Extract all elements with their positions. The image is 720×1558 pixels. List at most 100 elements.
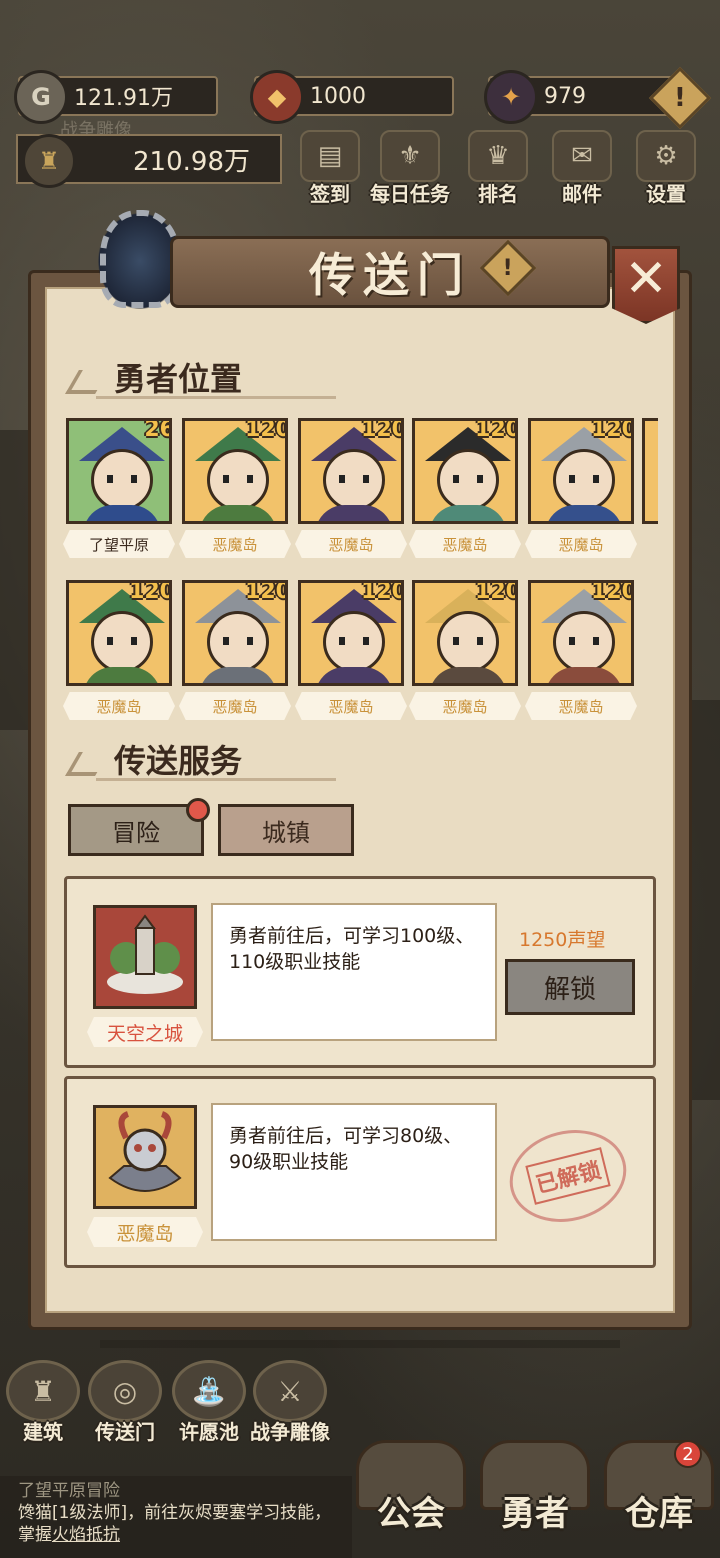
menu-mail-label: 邮件	[562, 182, 602, 206]
menu-checkin[interactable]: ▤ 签到	[300, 130, 360, 207]
hero-card[interactable]: 120 恶魔岛	[63, 580, 175, 720]
hero-portrait: 120	[298, 418, 404, 524]
hero-eyes-icon	[223, 637, 253, 645]
hero-eyes-icon	[107, 637, 137, 645]
hero-level: 120	[475, 580, 518, 604]
hero-card[interactable]: 120 恶魔岛	[179, 580, 291, 720]
statue-icon: ⚔	[253, 1360, 327, 1422]
hero-body-icon	[545, 667, 623, 683]
hero-body-icon	[429, 667, 507, 683]
hero-eyes-icon	[339, 637, 369, 645]
demon-island-image	[93, 1105, 197, 1209]
log-title: 了望平原冒险	[18, 1481, 120, 1501]
sky-city-image	[93, 905, 197, 1009]
service-card-demon-island: 恶魔岛 勇者前往后，可学习80级、90级职业技能 已解锁	[64, 1076, 656, 1268]
hero-portrait: 120	[182, 580, 288, 686]
sky-city-name: 天空之城	[87, 1017, 203, 1047]
hero-portrait: 120	[412, 418, 518, 524]
section-divider	[96, 396, 336, 399]
hero-location: 了望平原	[63, 530, 175, 558]
gold-bar: G 121.91万	[14, 70, 218, 124]
hero-level: 120	[475, 418, 518, 442]
hero-card[interactable]: 120 恶魔岛	[409, 580, 521, 720]
hero-body-icon	[545, 505, 623, 521]
unlocked-stamp: 已解锁	[499, 1118, 637, 1234]
hero-card[interactable]: 120 恶魔岛	[525, 580, 637, 720]
dock-wishing-well-label: 许愿池	[179, 1420, 239, 1444]
event-log[interactable]: 了望平原冒险 馋猫[1级法师]，前往灰烬要塞学习技能，掌握火焰抵抗	[0, 1476, 352, 1558]
hero-portrait: 120	[412, 580, 518, 686]
hero-card[interactable]: 120 恶魔岛	[179, 418, 291, 558]
close-button[interactable]: ✕	[612, 246, 680, 324]
menu-daily-tasks[interactable]: ⚜ 每日任务	[370, 130, 450, 207]
hero-body-icon	[315, 667, 393, 683]
nav-heroes-label: 勇者	[501, 1494, 569, 1534]
sky-city-description: 勇者前往后，可学习100级、110级职业技能	[211, 903, 497, 1041]
fountain-icon: ⛲	[172, 1360, 246, 1422]
menu-checkin-label: 签到	[310, 182, 350, 206]
portal-icon: ◎	[88, 1360, 162, 1422]
hero-level: 120	[591, 418, 634, 442]
hero-body-icon	[315, 505, 393, 521]
hero-body-icon	[429, 505, 507, 521]
hero-card[interactable]: 120 恶魔岛	[525, 418, 637, 558]
menu-daily-tasks-label: 每日任务	[370, 182, 450, 206]
section-divider	[96, 778, 336, 781]
hero-portrait: 120	[66, 580, 172, 686]
hero-card[interactable]: 120 恶魔岛	[295, 418, 407, 558]
tab-town-label: 城镇	[262, 818, 310, 847]
menu-settings-label: 设置	[646, 182, 686, 206]
hero-level: 120	[245, 580, 288, 604]
hero-location: 恶魔岛	[295, 692, 407, 720]
menu-mail[interactable]: ✉ 邮件	[552, 130, 612, 207]
nav-guild[interactable]: 公会	[356, 1440, 466, 1535]
hero-level: 120	[361, 580, 404, 604]
menu-ranking[interactable]: ♛ 排名	[468, 130, 528, 207]
hero-eyes-icon	[453, 637, 483, 645]
hero-eyes-icon	[569, 475, 599, 483]
hero-location-heading: 勇者位置	[62, 354, 242, 400]
nav-guild-label: 公会	[377, 1494, 445, 1534]
hero-card-overflow	[642, 418, 658, 524]
dock-wishing-well[interactable]: ⛲ 许愿池	[172, 1360, 246, 1445]
unlock-button[interactable]: 解锁	[505, 959, 635, 1015]
gear-icon: ⚙	[636, 130, 696, 182]
dock-portal[interactable]: ◎ 传送门	[88, 1360, 162, 1445]
dock-portal-label: 传送门	[95, 1420, 155, 1444]
hero-location: 恶魔岛	[409, 692, 521, 720]
castle-icon: ♜	[6, 1360, 80, 1422]
hero-portrait: 26	[66, 418, 172, 524]
dock-war-statue[interactable]: ⚔ 战争雕像	[250, 1360, 330, 1445]
unlocked-status: 已解锁	[525, 1147, 611, 1205]
hero-card[interactable]: 120 恶魔岛	[409, 418, 521, 558]
demon-island-description: 勇者前往后，可学习80级、90级职业技能	[211, 1103, 497, 1241]
crystal-icon: ✦	[484, 70, 538, 124]
hero-level: 120	[129, 580, 172, 604]
nav-heroes[interactable]: 勇者	[480, 1440, 590, 1535]
hero-body-icon	[83, 667, 161, 683]
mail-icon: ✉	[552, 130, 612, 182]
section-mark-icon	[62, 362, 108, 392]
close-icon: ✕	[624, 249, 668, 309]
hero-portrait: 120	[528, 418, 634, 524]
hero-portrait: 120	[182, 418, 288, 524]
dock-building[interactable]: ♜ 建筑	[6, 1360, 80, 1445]
hero-card[interactable]: 120 恶魔岛	[295, 580, 407, 720]
crown-icon: ♛	[468, 130, 528, 182]
hero-location: 恶魔岛	[179, 692, 291, 720]
menu-ranking-label: 排名	[478, 182, 518, 206]
hero-card[interactable]: 26 了望平原	[63, 418, 175, 558]
unlock-cost: 1250声望	[519, 929, 606, 951]
hero-body-icon	[83, 505, 161, 521]
tab-town[interactable]: 城镇	[218, 804, 354, 856]
statue-bar[interactable]: ♜ 210.98万	[16, 134, 282, 188]
hero-location: 恶魔岛	[63, 692, 175, 720]
tab-adventure[interactable]: 冒险	[68, 804, 204, 856]
log-skill-link[interactable]: 火焰抵抗	[52, 1525, 120, 1545]
demon-island-name: 恶魔岛	[87, 1217, 203, 1247]
dialog-title: 传送门	[309, 248, 471, 302]
hero-level: 26	[144, 418, 172, 442]
menu-settings[interactable]: ⚙ 设置	[636, 130, 696, 207]
hero-eyes-icon	[339, 475, 369, 483]
unlock-button-label: 解锁	[543, 974, 596, 1005]
